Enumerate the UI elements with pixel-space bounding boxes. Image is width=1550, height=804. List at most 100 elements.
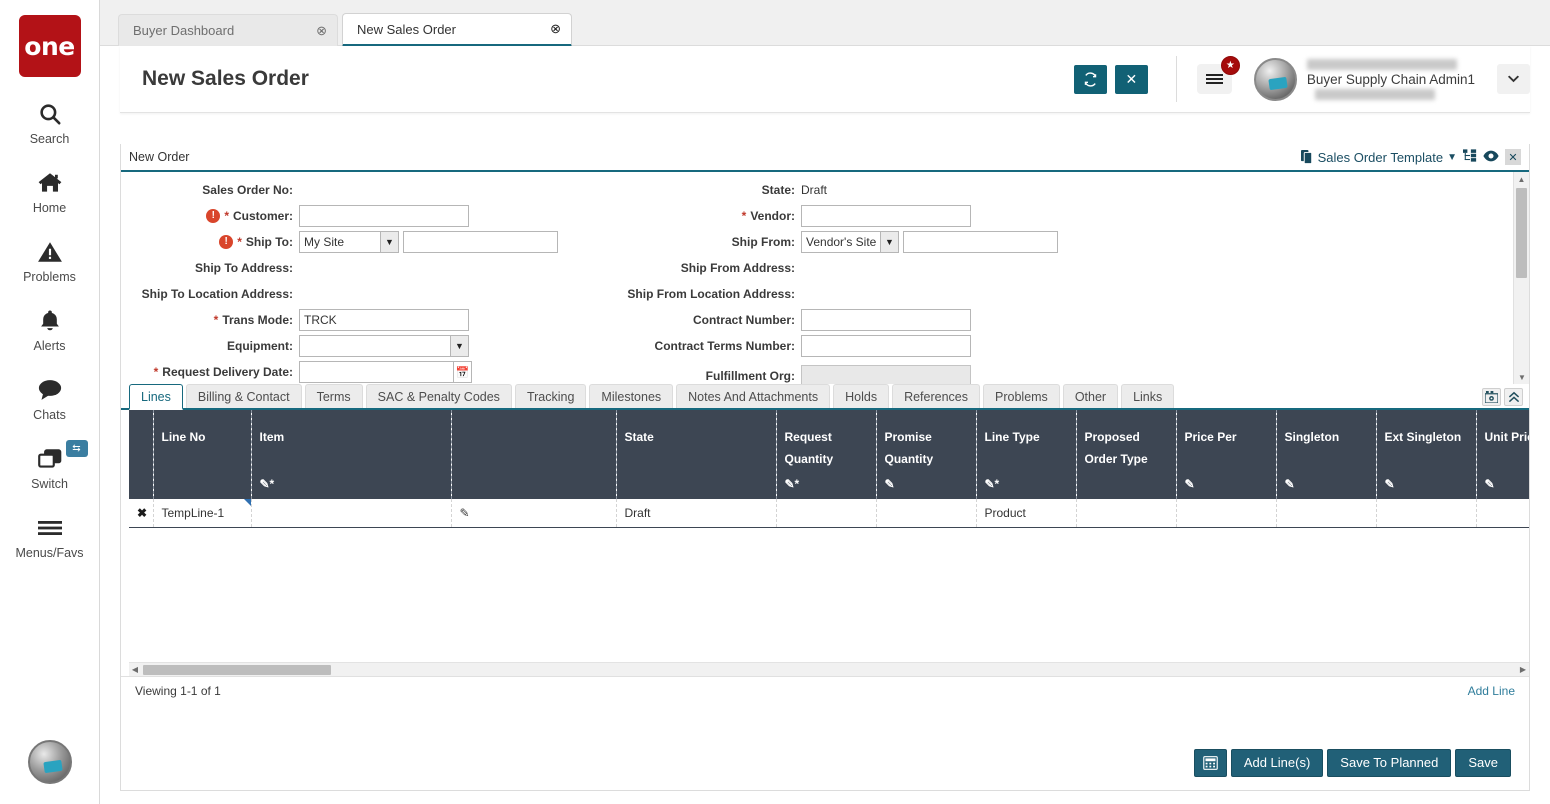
request-delivery-date-input[interactable] — [299, 361, 454, 383]
grid-settings-icon[interactable] — [1482, 388, 1501, 406]
col-line-type[interactable]: Line Type ✎* — [976, 410, 1076, 499]
panel-close-button[interactable]: ✕ — [1505, 149, 1521, 165]
tab-references[interactable]: References — [892, 384, 980, 408]
add-lines-button[interactable]: Add Line(s) — [1231, 749, 1323, 777]
col-state[interactable]: State — [616, 410, 776, 499]
tab-terms[interactable]: Terms — [305, 384, 363, 408]
col-item[interactable]: Item ✎* — [251, 410, 451, 499]
col-promise-quantity[interactable]: Promise Quantity ✎ — [876, 410, 976, 499]
footer-actions: Add Line(s) Save To Planned Save — [120, 735, 1530, 791]
avatar[interactable] — [1254, 58, 1297, 101]
ship-from-input[interactable] — [903, 231, 1058, 253]
scroll-left-arrow[interactable]: ◀ — [129, 665, 141, 674]
sidebar-item-chats[interactable]: Chats — [0, 375, 100, 422]
col-proposed-order-type[interactable]: Proposed Order Type — [1076, 410, 1176, 499]
switch-badge-icon[interactable]: ⇆ — [66, 440, 88, 457]
eye-icon[interactable] — [1483, 150, 1499, 165]
field-ship-from-location-address: Ship From Location Address: — [611, 282, 1211, 306]
cell-price-per[interactable] — [1176, 499, 1276, 527]
field-label: Contract Terms Number: — [611, 339, 801, 353]
close-page-button[interactable]: ✕ — [1115, 65, 1148, 94]
cell-request-quantity[interactable] — [776, 499, 876, 527]
tab-billing-contact[interactable]: Billing & Contact — [186, 384, 302, 408]
col-line-no[interactable]: Line No — [153, 410, 251, 499]
tab-buyer-dashboard[interactable]: Buyer Dashboard ⊗ — [118, 14, 338, 46]
page-title: New Sales Order — [142, 67, 309, 91]
close-icon[interactable]: ⊗ — [532, 21, 561, 37]
error-icon: ! — [206, 209, 220, 223]
cell-ext-singleton[interactable] — [1376, 499, 1476, 527]
refresh-button[interactable] — [1074, 65, 1107, 94]
form-vertical-scrollbar[interactable]: ▲ ▼ — [1513, 172, 1529, 384]
tab-other[interactable]: Other — [1063, 384, 1118, 408]
sidebar-item-switch[interactable]: ⇆ Switch — [0, 444, 100, 491]
tab-holds[interactable]: Holds — [833, 384, 889, 408]
add-line-link[interactable]: Add Line — [1468, 684, 1515, 698]
tab-links[interactable]: Links — [1121, 384, 1174, 408]
cell-unit-price[interactable] — [1476, 499, 1529, 527]
tab-new-sales-order[interactable]: New Sales Order ⊗ — [342, 13, 572, 47]
save-to-planned-button[interactable]: Save To Planned — [1327, 749, 1451, 777]
cell-singleton[interactable] — [1276, 499, 1376, 527]
panel-header: New Order Sales Order Template ▼ — [121, 144, 1529, 172]
contract-terms-number-input[interactable] — [801, 335, 971, 357]
tab-milestones[interactable]: Milestones — [589, 384, 673, 408]
sidebar-item-menus-favs[interactable]: Menus/Favs — [0, 513, 100, 560]
trans-mode-input[interactable] — [299, 309, 469, 331]
form-fields: Sales Order No: ! * Customer: — [121, 172, 1511, 384]
user-menu-button[interactable] — [1497, 64, 1530, 94]
sales-order-template-dropdown[interactable]: Sales Order Template ▼ — [1301, 150, 1457, 165]
scroll-thumb[interactable] — [143, 665, 331, 675]
sidebar-item-search[interactable]: Search — [0, 99, 100, 146]
ship-to-type-select[interactable]: My Site ▼ — [299, 231, 399, 253]
calculator-button[interactable] — [1194, 749, 1227, 777]
rail-avatar[interactable] — [28, 740, 72, 784]
sidebar-item-home[interactable]: Home — [0, 168, 100, 215]
close-icon[interactable]: ⊗ — [298, 23, 327, 39]
cell-item-picker[interactable]: ✎ — [451, 499, 616, 527]
ship-to-input[interactable] — [403, 231, 558, 253]
contract-number-input[interactable] — [801, 309, 971, 331]
col-unit-price[interactable]: Unit Price ✎ — [1476, 410, 1529, 499]
cell-delete[interactable]: ✖ — [129, 499, 153, 527]
col-singleton[interactable]: Singleton ✎ — [1276, 410, 1376, 499]
tab-notes-and-attachments[interactable]: Notes And Attachments — [676, 384, 830, 408]
table-row[interactable]: ✖ TempLine-1 ✎ Draft — [129, 499, 1529, 527]
cell-line-no[interactable]: TempLine-1 — [153, 499, 251, 527]
collapse-grid-icon[interactable] — [1504, 388, 1523, 406]
notifications-menu-button[interactable]: ★ — [1197, 64, 1232, 94]
scroll-up-arrow[interactable]: ▲ — [1514, 172, 1529, 186]
tab-problems[interactable]: Problems — [983, 384, 1060, 408]
field-ship-to: ! * Ship To: My Site ▼ — [121, 230, 611, 254]
cell-line-type[interactable]: Product — [976, 499, 1076, 527]
sidebar-item-problems[interactable]: Problems — [0, 237, 100, 284]
grid-horizontal-scrollbar[interactable]: ◀ ▶ — [129, 662, 1529, 676]
delete-row-icon[interactable]: ✖ — [137, 506, 147, 520]
sidebar-item-alerts[interactable]: Alerts — [0, 306, 100, 353]
scroll-right-arrow[interactable]: ▶ — [1517, 665, 1529, 674]
customer-input[interactable] — [299, 205, 469, 227]
col-ext-singleton[interactable]: Ext Singleton ✎ — [1376, 410, 1476, 499]
vendor-input[interactable] — [801, 205, 971, 227]
field-label: Fulfillment Org: — [611, 369, 801, 383]
tab-tracking[interactable]: Tracking — [515, 384, 586, 408]
scroll-thumb[interactable] — [1516, 188, 1527, 278]
scroll-down-arrow[interactable]: ▼ — [1514, 370, 1529, 384]
required-marker: * — [154, 365, 159, 379]
tab-strip: Buyer Dashboard ⊗ New Sales Order ⊗ — [100, 0, 1550, 46]
equipment-select[interactable]: ▼ — [299, 335, 469, 357]
hierarchy-icon[interactable] — [1463, 149, 1477, 165]
edit-pencil-icon[interactable]: ✎ — [460, 506, 470, 520]
cell-promise-quantity[interactable] — [876, 499, 976, 527]
line-no-link[interactable]: TempLine-1 — [162, 506, 225, 520]
calendar-icon[interactable]: 📅 — [454, 361, 472, 383]
tab-sac-penalty-codes[interactable]: SAC & Penalty Codes — [366, 384, 512, 408]
app-logo[interactable]: one — [19, 15, 81, 77]
col-price-per[interactable]: Price Per ✎ — [1176, 410, 1276, 499]
col-request-quantity[interactable]: Request Quantity ✎* — [776, 410, 876, 499]
save-button[interactable]: Save — [1455, 749, 1511, 777]
chevron-down-icon: ▼ — [450, 336, 468, 356]
tab-lines[interactable]: Lines — [129, 384, 183, 410]
cell-item[interactable] — [251, 499, 451, 527]
ship-from-type-select[interactable]: Vendor's Site ▼ — [801, 231, 899, 253]
